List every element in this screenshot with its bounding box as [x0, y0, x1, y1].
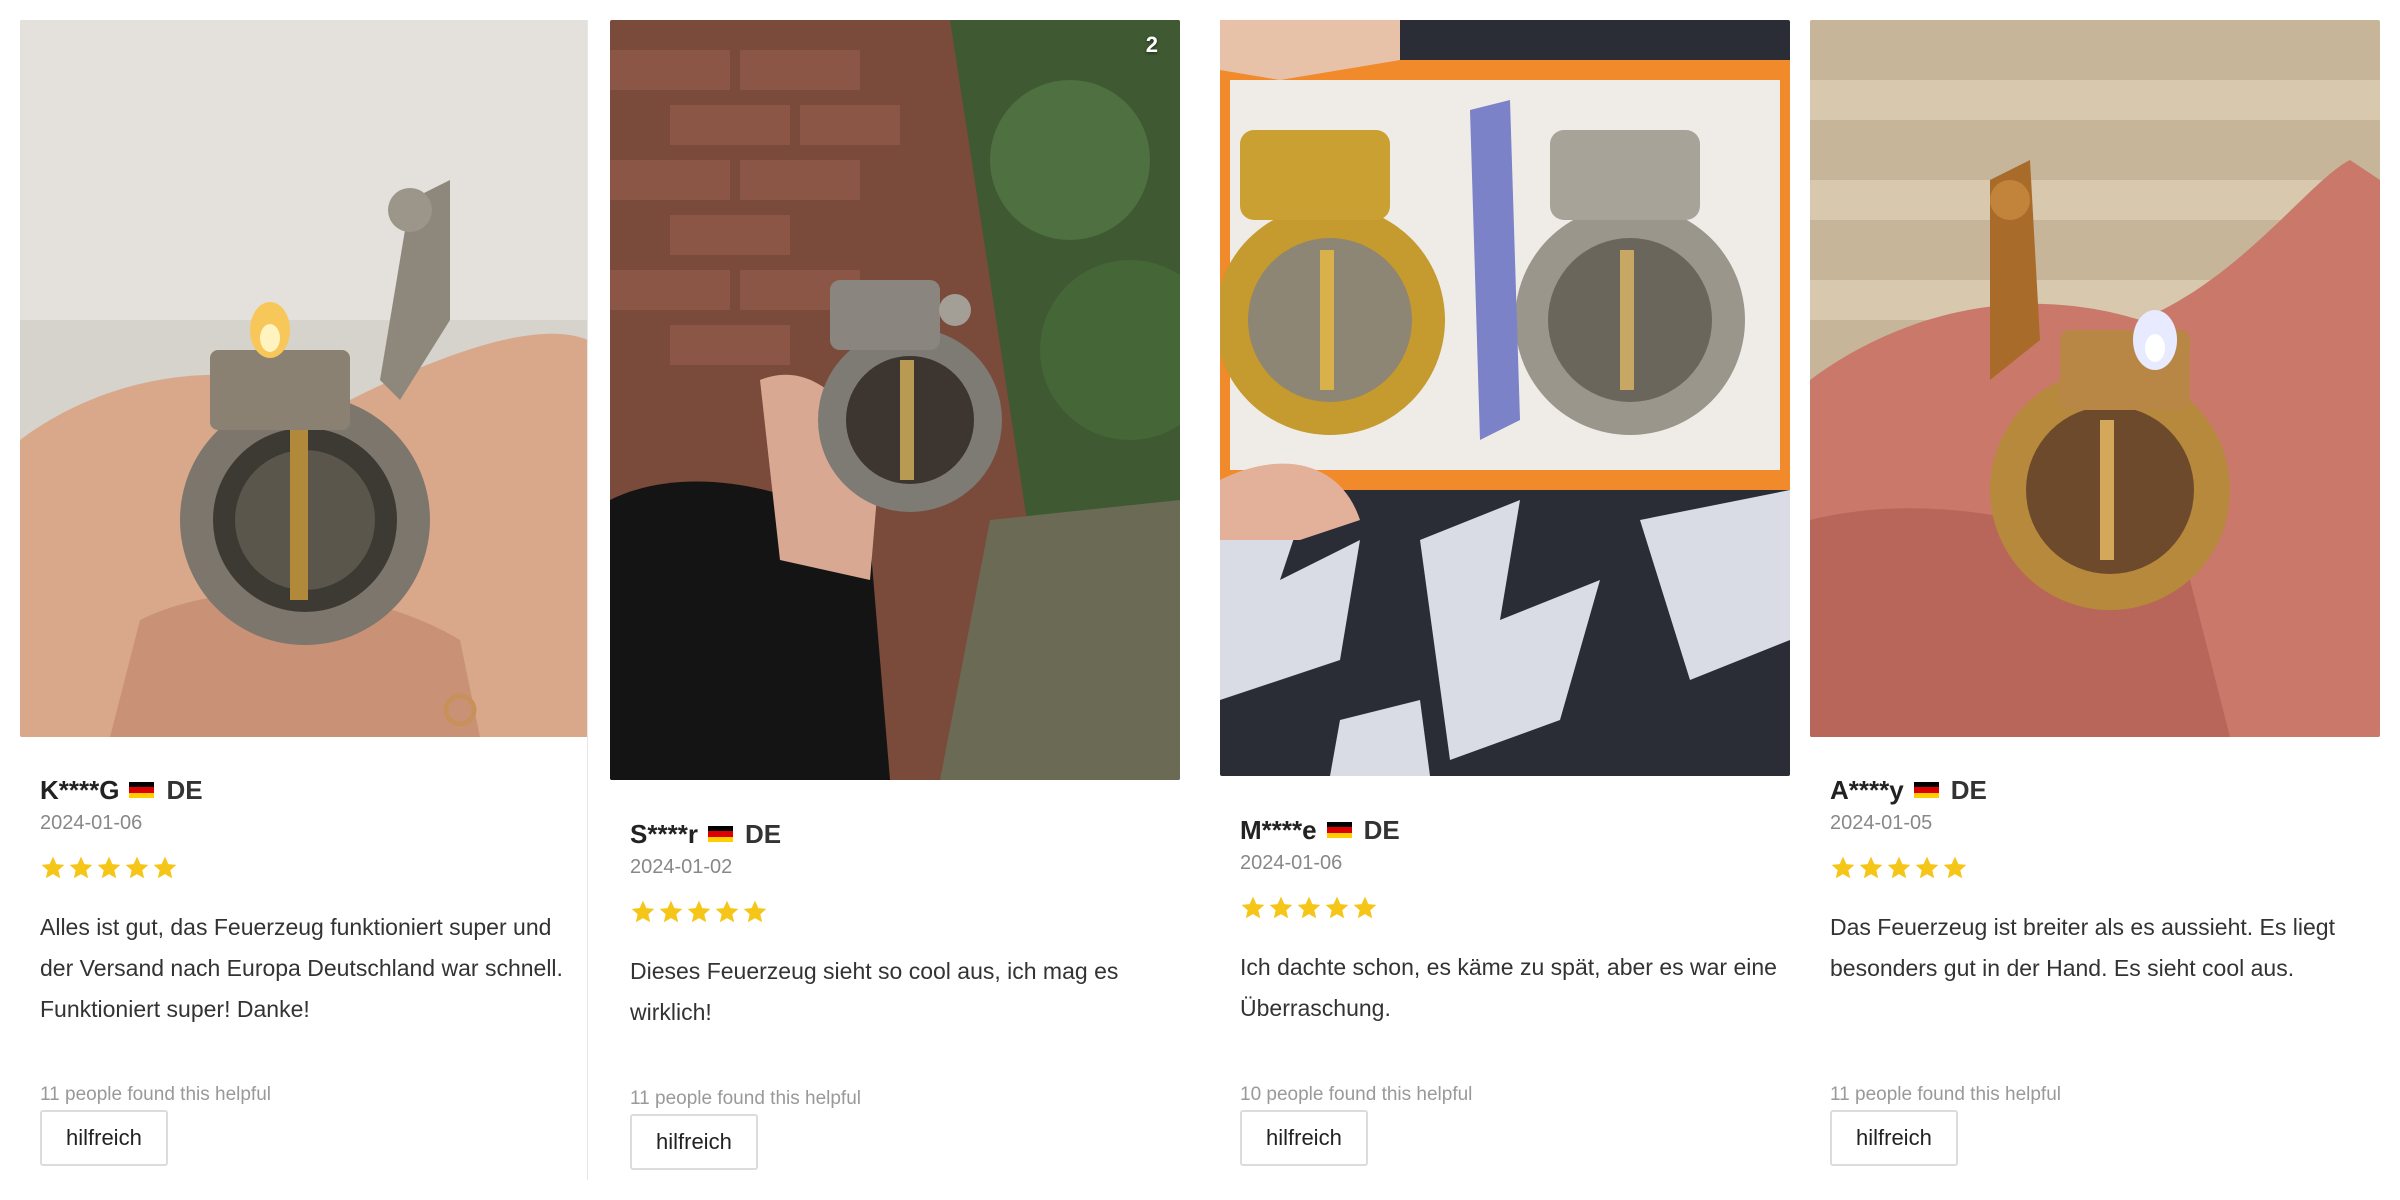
rating-stars: [1830, 855, 2370, 883]
review-date: 2024-01-06: [1240, 852, 1343, 874]
star-icon: [1241, 896, 1265, 919]
helpful-button[interactable]: hilfreich: [1830, 1110, 1958, 1166]
star-icon: [631, 900, 655, 923]
germany-flag-icon: [1326, 821, 1352, 839]
star-icon: [125, 856, 149, 879]
reviewer-name: A****y: [1830, 774, 1904, 805]
review-card: M****e DE 2024-01-06 Ich dachte schon, e…: [1220, 0, 1790, 1200]
review-date: 2024-01-06: [40, 812, 143, 834]
review-photo[interactable]: 2: [610, 20, 1180, 780]
review-card: K****G DE 2024-01-06 Alles ist gut, das …: [20, 0, 588, 1200]
star-icon: [153, 856, 177, 879]
lighter-photo-image: [610, 20, 1180, 780]
helpful-count: 11 people found this helpful: [1830, 1084, 2061, 1105]
lighter-photo-image: [1810, 20, 2380, 737]
review-card: A****y DE 2024-01-05 Das Feuerzeug ist b…: [1810, 0, 2380, 1200]
star-icon: [715, 900, 739, 923]
star-icon: [41, 856, 65, 879]
star-icon: [1353, 896, 1377, 919]
review-text: Alles ist gut, das Feuerzeug funktionier…: [40, 914, 563, 1022]
star-icon: [1859, 856, 1883, 879]
star-icon: [1943, 856, 1967, 879]
reviewer-name: M****e: [1240, 814, 1317, 845]
helpful-button[interactable]: hilfreich: [1240, 1110, 1368, 1166]
lighter-photo-image: [1220, 20, 1790, 776]
lighter-photo-image: [20, 20, 588, 737]
star-icon: [69, 856, 93, 879]
reviewer-country: DE: [166, 774, 203, 805]
helpful-count: 11 people found this helpful: [40, 1084, 271, 1105]
review-date: 2024-01-05: [1830, 812, 1933, 834]
rating-stars: [630, 899, 1170, 927]
helpful-count: 11 people found this helpful: [630, 1088, 861, 1109]
reviewer-country: DE: [1950, 774, 1987, 805]
review-photo[interactable]: [20, 20, 588, 737]
reviewer-country: DE: [744, 818, 782, 849]
photo-count-badge: 2: [1145, 32, 1158, 57]
review-text: Das Feuerzeug ist breiter als es aussieh…: [1830, 914, 2335, 981]
review-photo[interactable]: [1810, 20, 2380, 737]
star-icon: [1831, 856, 1855, 879]
star-icon: [1915, 856, 1939, 879]
germany-flag-icon: [129, 781, 155, 799]
star-icon: [1325, 896, 1349, 919]
star-icon: [1297, 896, 1321, 919]
star-icon: [687, 900, 711, 923]
helpful-count: 10 people found this helpful: [1240, 1084, 1473, 1105]
reviewer-name: K****G: [40, 774, 120, 805]
rating-stars: [40, 855, 580, 883]
star-icon: [97, 856, 121, 879]
germany-flag-icon: [1913, 781, 1939, 799]
star-icon: [743, 900, 767, 923]
star-icon: [1887, 856, 1911, 879]
rating-stars: [1240, 895, 1780, 923]
reviewer-name: S****r: [630, 818, 698, 849]
helpful-button[interactable]: hilfreich: [630, 1114, 758, 1170]
germany-flag-icon: [707, 825, 733, 843]
review-card: 2 S****r DE 2024-01-02 Dieses Feuerzeug …: [610, 0, 1180, 1200]
helpful-button[interactable]: hilfreich: [40, 1110, 168, 1166]
review-text: Ich dachte schon, es käme zu spät, aber …: [1240, 954, 1777, 1021]
review-text: Dieses Feuerzeug sieht so cool aus, ich …: [630, 958, 1119, 1025]
reviewer-country: DE: [1363, 814, 1400, 845]
star-icon: [1269, 896, 1293, 919]
card-divider: [587, 20, 588, 1180]
review-photo[interactable]: [1220, 20, 1790, 776]
star-icon: [659, 900, 683, 923]
review-date: 2024-01-02: [630, 856, 733, 878]
